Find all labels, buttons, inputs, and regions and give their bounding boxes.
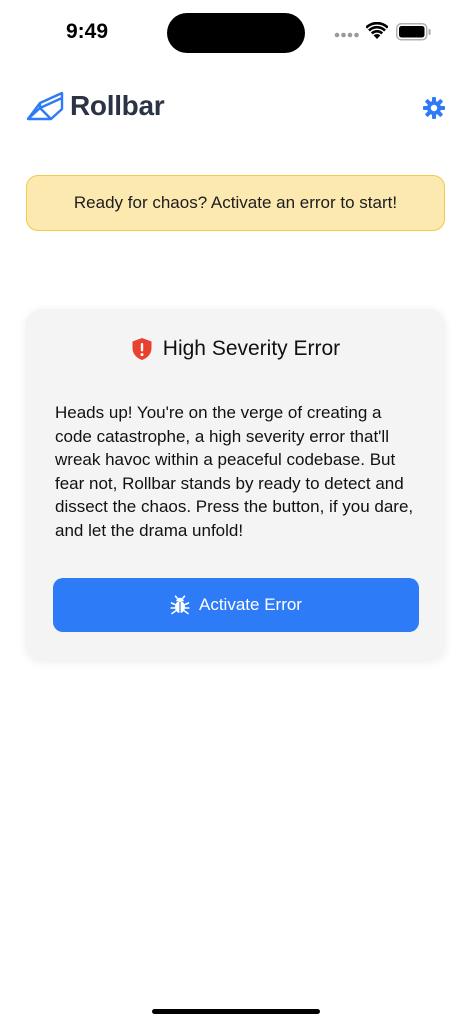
card-description: Heads up! You're on the verge of creatin… (55, 403, 414, 540)
card-header: High Severity Error (26, 337, 445, 361)
home-indicator[interactable] (152, 1009, 320, 1014)
banner-text: Ready for chaos? Activate an error to st… (73, 193, 398, 212)
wifi-icon (366, 22, 388, 39)
status-bar: 9:49 (0, 0, 472, 64)
bug-icon (170, 595, 190, 615)
error-card: High Severity Error Heads up! You're on … (26, 309, 445, 660)
card-title: High Severity Error (162, 337, 341, 360)
status-banner: Ready for chaos? Activate an error to st… (26, 175, 445, 231)
activate-error-button[interactable]: Activate Error (53, 578, 419, 632)
app-screen: 9:49 Rollbar Ready for chaos? Activate a… (0, 0, 472, 1024)
cellular-signal-icon (334, 32, 359, 38)
battery-icon (396, 23, 431, 41)
activate-error-label: Activate Error (199, 595, 302, 614)
settings-button[interactable] (422, 96, 446, 120)
shield-alert-icon (132, 338, 152, 360)
dynamic-island (167, 13, 305, 53)
gear-icon (423, 97, 445, 119)
app-name: Rollbar (70, 90, 165, 121)
rollbar-logo: Rollbar (26, 90, 165, 122)
status-time: 9:49 (66, 20, 109, 43)
rollbar-logo-icon (26, 91, 64, 121)
app-header: Rollbar (0, 84, 472, 134)
